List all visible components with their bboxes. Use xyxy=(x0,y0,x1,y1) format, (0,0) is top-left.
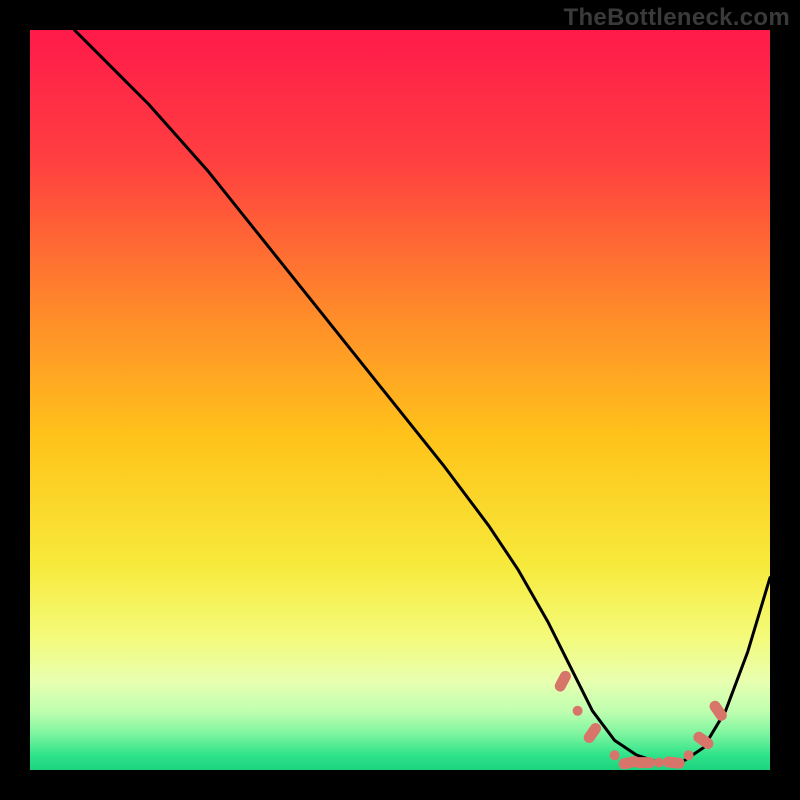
marker-dot xyxy=(684,750,694,760)
marker-dot xyxy=(610,750,620,760)
marker-dot xyxy=(654,758,664,768)
watermark-text: TheBottleneck.com xyxy=(564,4,790,32)
chart-svg xyxy=(30,30,770,770)
chart-frame: TheBottleneck.com xyxy=(0,0,800,800)
marker-pill xyxy=(633,757,655,768)
plot-area xyxy=(30,30,770,770)
marker-dot xyxy=(573,706,583,716)
gradient-background xyxy=(30,30,770,770)
